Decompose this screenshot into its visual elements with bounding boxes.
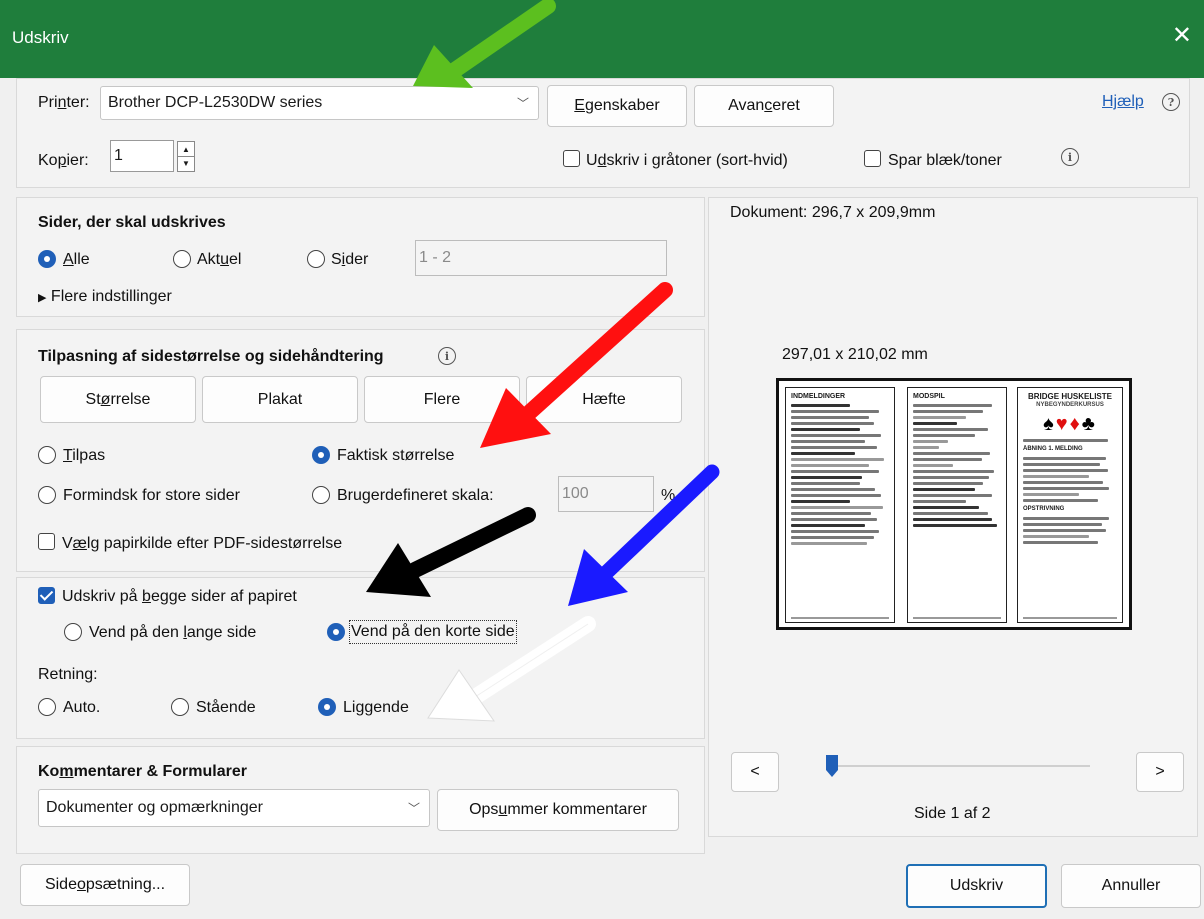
green-arrow-icon: [413, 0, 556, 88]
black-arrow-icon: [366, 507, 536, 597]
annotation-arrows: [366, 0, 720, 722]
red-arrow-icon: [480, 282, 673, 448]
blue-arrow-icon: [568, 464, 720, 606]
white-arrow-icon: [427, 616, 596, 722]
